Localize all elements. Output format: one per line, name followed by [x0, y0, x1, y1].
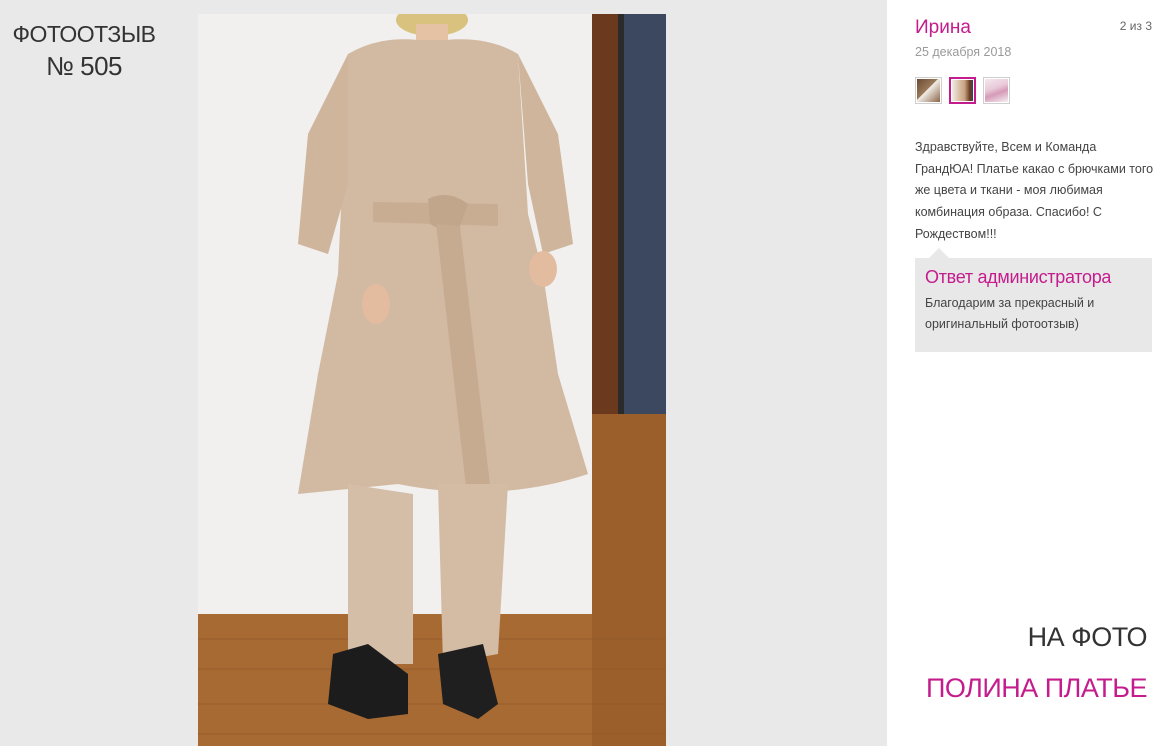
photo-counter: 2 из 3	[1119, 19, 1152, 33]
photo-viewer: ФОТООТЗЫВ № 505	[0, 0, 887, 746]
review-date: 25 декабря 2018	[915, 45, 1012, 59]
review-number: № 505	[46, 51, 123, 81]
review-photo-illustration	[198, 14, 666, 746]
review-label: ФОТООТЗЫВ	[12, 21, 156, 47]
review-number-heading: ФОТООТЗЫВ № 505	[0, 18, 168, 82]
review-author[interactable]: Ирина	[915, 17, 971, 39]
admin-reply-text: Благодарим за прекрасный и оригинальный …	[925, 296, 1095, 331]
on-photo-label: НА ФОТО	[1027, 622, 1148, 652]
review-photo[interactable]	[198, 14, 666, 746]
thumbnail-2[interactable]	[949, 77, 976, 104]
admin-reply: Ответ администратора Благодарим за прекр…	[915, 248, 1152, 352]
review-sidebar: Ирина 25 декабря 2018 2 из 3 Здравствуйт…	[887, 0, 1164, 746]
admin-reply-title: Ответ администратора	[925, 267, 1112, 287]
product-link[interactable]: ПОЛИНА ПЛАТЬЕ	[926, 673, 1147, 704]
thumbnail-1[interactable]	[915, 77, 942, 104]
thumbnail-strip	[915, 77, 1010, 104]
review-text: Здравствуйте, Всем и Команда ГрандЮА! Пл…	[915, 140, 1154, 241]
thumbnail-3[interactable]	[983, 77, 1010, 104]
